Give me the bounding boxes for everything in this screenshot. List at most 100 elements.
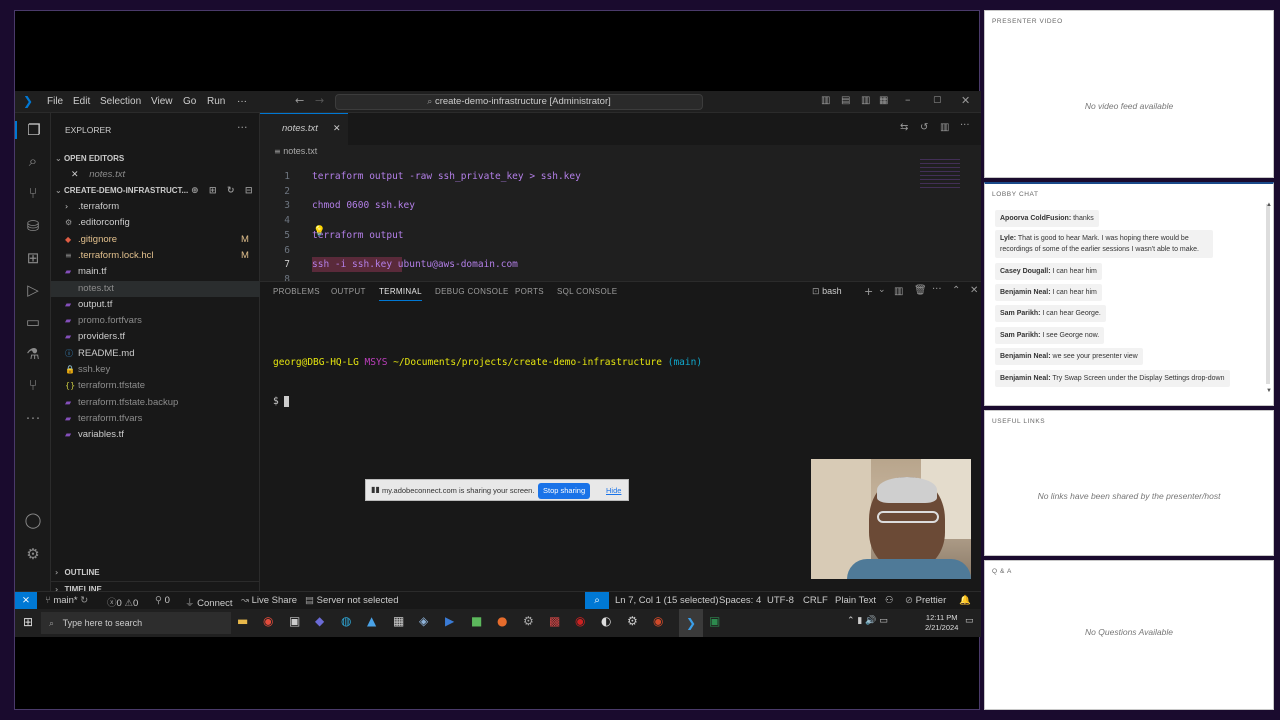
new-file-icon[interactable]: ⊕ <box>191 183 199 199</box>
forward-arrow-icon[interactable]: → <box>315 94 324 107</box>
scroll-up-icon[interactable]: ▲ <box>1266 202 1272 208</box>
line-ending[interactable]: CRLF <box>803 595 828 606</box>
excel-icon[interactable]: ▣ <box>709 614 720 628</box>
timeline-icon[interactable]: ↺ <box>920 122 928 133</box>
tab-notes[interactable]: notes.txt ✕ <box>260 113 348 145</box>
database-icon[interactable]: ⛁ <box>15 217 51 235</box>
cursor-position[interactable]: Ln 7, Col 1 (15 selected) <box>615 595 719 606</box>
explorer-more-icon[interactable]: ··· <box>237 121 248 134</box>
firefox-icon[interactable]: ● <box>497 614 507 628</box>
chrome-icon[interactable]: ◉ <box>263 614 273 628</box>
close-tab-icon[interactable]: ✕ <box>333 114 341 144</box>
terminal-app-icon[interactable]: ▣ <box>289 614 300 628</box>
edge-icon[interactable]: ◍ <box>341 614 351 628</box>
problems-status[interactable]: ⓧ0 ⚠0 <box>107 595 138 609</box>
office-icon[interactable]: ◉ <box>653 614 663 628</box>
git-graph-icon[interactable]: ⑂ <box>15 377 51 394</box>
more-icon[interactable]: ··· <box>15 409 51 426</box>
file-item[interactable]: ▰ variables.tf <box>51 427 260 443</box>
lightbulb-icon[interactable]: 💡 <box>313 226 325 237</box>
clock[interactable]: 12:11 PM 2/21/2024 <box>925 613 958 633</box>
breadcrumb[interactable]: ≡ notes.txt <box>274 146 317 156</box>
file-item[interactable]: ▰ main.tf <box>51 264 260 280</box>
taskbar-search[interactable]: ⌕ Type here to search <box>41 612 231 634</box>
maximize-icon[interactable]: ▢ <box>933 95 942 105</box>
file-item[interactable]: ⓘ README.md <box>51 346 260 362</box>
encoding[interactable]: UTF-8 <box>767 595 794 606</box>
toggle-sidebar-icon[interactable]: ▥ <box>821 95 830 106</box>
menu-edit[interactable]: Edit <box>73 96 90 107</box>
account-icon[interactable]: ◯ <box>15 511 51 529</box>
prettier-status[interactable]: ⊘ Prettier <box>905 595 946 606</box>
file-item[interactable]: ▰ terraform.tfstate.backup <box>51 395 260 411</box>
outline-section[interactable]: › OUTLINE <box>51 565 260 581</box>
command-center[interactable]: ⌕ create-demo-infrastructure [Administra… <box>335 94 703 110</box>
branch-status[interactable]: ⑂ main* ↻ <box>45 595 88 606</box>
file-item[interactable]: ▰ providers.tf <box>51 329 260 345</box>
settings-gear-icon[interactable]: ⚙ <box>15 545 51 563</box>
menu-more[interactable]: ··· <box>237 96 247 107</box>
menu-go[interactable]: Go <box>183 96 196 107</box>
app2-icon[interactable]: ▩ <box>549 614 560 628</box>
powershell-icon[interactable]: ▶ <box>445 614 454 628</box>
ports-status[interactable]: ⚲ 0 <box>155 595 170 606</box>
panel-tab[interactable]: TERMINAL <box>379 287 422 301</box>
menu-run[interactable]: Run <box>207 96 225 107</box>
file-item[interactable]: ⚙ .editorconfig <box>51 215 260 231</box>
chevron-down-icon[interactable]: ⌄ <box>878 285 886 295</box>
app-icon[interactable]: ◈ <box>419 614 428 628</box>
project-section[interactable]: ⌄ CREATE-DEMO-INFRASTRUCT... ⊕ ⊞ ↻ ⊟ <box>51 183 260 199</box>
stop-sharing-button[interactable]: Stop sharing <box>538 483 591 499</box>
run-debug-icon[interactable]: ▷ <box>15 281 51 299</box>
close-panel-icon[interactable]: ✕ <box>970 285 978 296</box>
split-editor-icon[interactable]: ▥ <box>940 122 949 133</box>
panel-tab[interactable]: PORTS <box>515 287 544 296</box>
back-arrow-icon[interactable]: ← <box>295 94 304 107</box>
compare-icon[interactable]: ⇆ <box>900 122 908 133</box>
close-icon[interactable]: ✕ <box>71 167 79 183</box>
panel-tab[interactable]: PROBLEMS <box>273 287 320 296</box>
system-tray-icons[interactable]: ⌃ ▮ 🔊 ▭ <box>847 616 888 626</box>
remote-explorer-icon[interactable]: ▭ <box>15 313 51 331</box>
toggle-secondary-sidebar-icon[interactable]: ▥ <box>861 95 870 106</box>
file-item[interactable]: ▰ promo.fortfvars <box>51 313 260 329</box>
file-item[interactable]: notes.txt <box>51 280 260 297</box>
panel-tab[interactable]: OUTPUT <box>331 287 366 296</box>
search-icon[interactable]: ⌕ <box>15 153 51 170</box>
bell-icon[interactable]: 🔔 <box>959 595 971 606</box>
record-icon[interactable]: ◉ <box>575 614 585 628</box>
live-share-status[interactable]: ↝ Live Share <box>241 595 297 606</box>
scroll-down-icon[interactable]: ▼ <box>1266 388 1272 394</box>
indentation[interactable]: Spaces: 4 <box>719 595 761 606</box>
panel-tab[interactable]: SQL CONSOLE <box>557 287 617 296</box>
file-item[interactable]: ≡ .terraform.lock.hcl M <box>51 248 260 264</box>
feedback-icon[interactable]: ⚇ <box>885 595 894 606</box>
file-explorer-icon[interactable]: ▬ <box>237 614 248 628</box>
file-item[interactable]: ▰ terraform.tfvars <box>51 411 260 427</box>
settings-icon[interactable]: ⚙ <box>627 614 638 628</box>
menu-selection[interactable]: Selection <box>100 96 141 107</box>
explorer-icon[interactable]: ❐ <box>15 121 51 139</box>
open-editor-item[interactable]: ✕ notes.txt <box>51 167 260 183</box>
tool-icon[interactable]: ⚙ <box>523 614 534 628</box>
minimize-icon[interactable]: – <box>905 93 911 106</box>
file-item[interactable]: 🔒 ssh.key <box>51 362 260 378</box>
maximize-panel-icon[interactable]: ⌃ <box>952 285 960 296</box>
menu-view[interactable]: View <box>151 96 173 107</box>
zoom-indicator[interactable]: ⌕ <box>585 592 609 609</box>
language-mode[interactable]: Plain Text <box>835 595 876 606</box>
notification-icon[interactable]: ▭ <box>965 616 974 626</box>
trash-icon[interactable]: 🗑 <box>914 285 927 296</box>
panel-tab[interactable]: DEBUG CONSOLE <box>435 287 509 296</box>
remote-indicator[interactable]: ⨯ <box>15 592 37 609</box>
refresh-icon[interactable]: ↻ <box>227 183 235 199</box>
close-window-icon[interactable]: ✕ <box>961 94 970 107</box>
connect-status[interactable]: ⏚ Connect <box>185 595 233 609</box>
test-icon[interactable]: ⚗ <box>15 345 51 363</box>
server-status[interactable]: ▤ Server not selected <box>305 595 398 606</box>
file-item[interactable]: ▰ output.tf <box>51 297 260 313</box>
calculator-icon[interactable]: ▦ <box>393 614 404 628</box>
source-control-icon[interactable]: ⑂ <box>15 185 51 202</box>
terminal-shell-selector[interactable]: ⊡ bash <box>812 286 842 297</box>
menu-file[interactable]: File <box>47 96 63 107</box>
